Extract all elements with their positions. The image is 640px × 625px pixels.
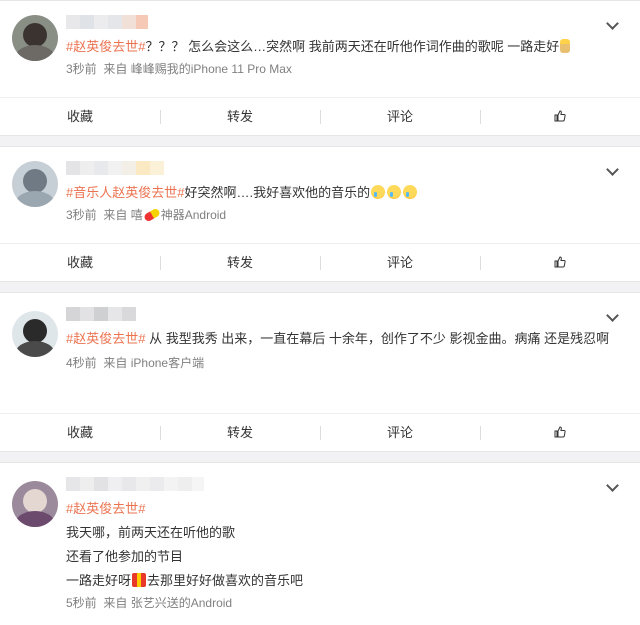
post-time[interactable]: 3秒前 xyxy=(66,62,97,76)
chevron-down-icon[interactable] xyxy=(606,311,618,323)
crying-emoji-icon xyxy=(403,185,418,199)
username-blurred[interactable] xyxy=(66,161,626,181)
thumbs-up-icon xyxy=(554,110,566,122)
thumbs-up-icon xyxy=(554,256,566,268)
favorite-button[interactable]: 收藏 xyxy=(0,244,160,281)
chevron-down-icon[interactable] xyxy=(606,165,618,177)
favorite-button[interactable]: 收藏 xyxy=(0,98,160,135)
action-bar: 收藏 转发 评论 xyxy=(0,413,640,451)
post-time[interactable]: 4秒前 xyxy=(66,356,97,370)
post-meta: 3秒前 来自 嘻神器Android xyxy=(66,207,227,223)
post-time[interactable]: 3秒前 xyxy=(66,208,97,222)
username-blurred[interactable] xyxy=(66,307,626,327)
post-source[interactable]: 张艺兴送的Android xyxy=(131,596,232,610)
topic-link[interactable]: #赵英俊去世# xyxy=(66,501,145,516)
post-meta: 3秒前 来自 峰峰赐我的iPhone 11 Pro Max xyxy=(66,62,292,76)
username-blurred[interactable] xyxy=(66,15,626,35)
like-button[interactable] xyxy=(480,98,640,135)
pill-emoji-icon xyxy=(142,207,161,223)
like-button[interactable] xyxy=(480,414,640,451)
favorite-button[interactable]: 收藏 xyxy=(0,414,160,451)
thumbs-up-icon xyxy=(554,426,566,438)
post-source[interactable]: 嘻神器Android xyxy=(131,207,226,223)
post-card: #赵英俊去世# 我天哪，前两天还在听他的歌 还看了他参加的节目 一路走好呀 去那里… xyxy=(0,462,640,625)
comment-button[interactable]: 评论 xyxy=(320,244,480,281)
comment-button[interactable]: 评论 xyxy=(320,98,480,135)
action-bar: 收藏 转发 评论 xyxy=(0,243,640,281)
chevron-down-icon[interactable] xyxy=(606,481,618,493)
repost-button[interactable]: 转发 xyxy=(160,414,320,451)
username-blurred[interactable] xyxy=(66,477,626,497)
post-card: #音乐人赵英俊去世#好突然啊….我好喜欢他的音乐的 3秒前 来自 嘻神器Andr… xyxy=(0,146,640,282)
post-text: #赵英俊去世#？？？ 怎么会这么…突然啊 我前两天还在听他作词作曲的歌呢 一路走… xyxy=(66,35,626,59)
candle-emoji-icon xyxy=(560,39,571,53)
post-time[interactable]: 5秒前 xyxy=(66,596,97,610)
comment-button[interactable]: 评论 xyxy=(320,414,480,451)
crying-emoji-icon xyxy=(371,185,386,199)
post-card: #赵英俊去世#？？？ 怎么会这么…突然啊 我前两天还在听他作词作曲的歌呢 一路走… xyxy=(0,0,640,136)
action-bar: 收藏 转发 评论 xyxy=(0,97,640,135)
post-meta: 4秒前 来自 iPhone客户端 xyxy=(66,356,205,370)
topic-link[interactable]: #赵英俊去世# xyxy=(66,331,145,346)
post-text: #音乐人赵英俊去世#好突然啊….我好喜欢他的音乐的 xyxy=(66,181,626,205)
avatar[interactable] xyxy=(12,481,58,527)
avatar[interactable] xyxy=(12,161,58,207)
post-text: #赵英俊去世# 从 我型我秀 出来，一直在幕后 十余年，创作了不少 影视金曲。病… xyxy=(66,331,610,346)
gift-emoji-icon xyxy=(132,573,147,587)
chevron-down-icon[interactable] xyxy=(606,19,618,31)
crying-emoji-icon xyxy=(387,185,402,199)
avatar[interactable] xyxy=(12,311,58,357)
post-source[interactable]: iPhone客户端 xyxy=(131,356,204,370)
post-meta: 5秒前 来自 张艺兴送的Android xyxy=(66,596,233,610)
topic-link[interactable]: #赵英俊去世# xyxy=(66,39,145,54)
post-text: #赵英俊去世# 我天哪，前两天还在听他的歌 还看了他参加的节目 一路走好呀 去那里… xyxy=(66,501,304,588)
avatar[interactable] xyxy=(12,15,58,61)
repost-button[interactable]: 转发 xyxy=(160,244,320,281)
repost-button[interactable]: 转发 xyxy=(160,98,320,135)
post-source[interactable]: 峰峰赐我的iPhone 11 Pro Max xyxy=(131,62,292,76)
topic-link[interactable]: #音乐人赵英俊去世# xyxy=(66,185,184,200)
like-button[interactable] xyxy=(480,244,640,281)
post-card: #赵英俊去世# 从 我型我秀 出来，一直在幕后 十余年，创作了不少 影视金曲。病… xyxy=(0,292,640,452)
